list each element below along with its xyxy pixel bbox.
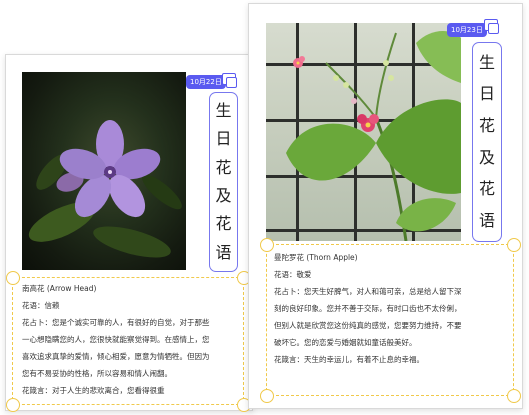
flower-name: 南高花 (Arrow Head) [22, 284, 97, 293]
pink-flower [357, 114, 379, 132]
flower-language: 花语：信赖 [22, 301, 60, 310]
date-badge: 10月23日 [447, 23, 487, 37]
title-char: 花 [478, 116, 495, 136]
fortune-text: 但别人就是欣赏您这份纯真的感觉，您要努力维持，不要 [274, 321, 462, 330]
vertical-title: 生 日 花 及 花 语 [209, 92, 238, 272]
corner-decoration [507, 238, 521, 252]
fortune-text: 喜欢追求真挚的爱情，倾心相爱，愿意为情牺牲。但因为 [22, 352, 210, 361]
flower-name: 曼陀罗花 (Thorn Apple) [274, 253, 358, 262]
flower-language: 花语：敬爱 [274, 270, 312, 279]
title-char: 日 [478, 84, 495, 104]
corner-decoration [507, 389, 521, 403]
title-char: 及 [215, 186, 232, 206]
title-char: 生 [478, 52, 495, 72]
flower-motto: 花箴言：天生的幸运儿，有着不止息的幸福。 [274, 355, 424, 364]
flower-card-left: 10月22日 生 日 花 及 花 语 南高花 (Arrow Head) 花语：信… [5, 54, 253, 412]
corner-decoration [260, 389, 274, 403]
date-badge: 10月22日 [186, 75, 226, 89]
title-char: 花 [215, 157, 232, 177]
corner-decoration [6, 271, 20, 285]
flower-description: 曼陀罗花 (Thorn Apple) 花语：敬爱 花占卜：您天生好脾气，对人和蔼… [266, 244, 514, 396]
fortune-text: 刻的良好印象。您并不善于交际，有时口齿也不太伶俐， [274, 304, 462, 313]
fortune-text: 您有不易妥协的性格，所以容易和情人闹翻。 [22, 369, 172, 378]
flower-motto: 花箴言：对于人生的悲欢离合，您看得很重 [22, 386, 165, 395]
flower-description: 南高花 (Arrow Head) 花语：信赖 花占卜：您是个诚实可靠的人，有很好… [12, 277, 244, 405]
corner-decoration [6, 398, 20, 412]
flower-card-right: 10月23日 生 日 花 及 花 语 曼陀罗花 (Thorn Apple) 花语… [248, 3, 523, 409]
fortune-text: 花占卜：您天生好脾气，对人和蔼可亲，总是给人留下深 [274, 287, 462, 296]
title-char: 花 [215, 214, 232, 234]
calendar-copy-icon [222, 73, 237, 88]
title-char: 语 [215, 242, 232, 262]
thorn-apple-illustration [286, 31, 461, 241]
fortune-text: 花占卜：您是个诚实可靠的人，有很好的自觉，对于那些 [22, 318, 210, 327]
title-char: 生 [215, 101, 232, 121]
flower-photo-thorn-apple [266, 23, 461, 241]
periwinkle-illustration [28, 120, 182, 258]
title-char: 日 [215, 129, 232, 149]
vertical-title: 生 日 花 及 花 语 [472, 42, 502, 242]
calendar-copy-icon [484, 19, 499, 34]
fortune-text: 破坏它。您的恋爱与婚姻就如童话般美好。 [274, 338, 417, 347]
title-char: 及 [478, 147, 495, 167]
title-char: 花 [478, 179, 495, 199]
flower-photo-periwinkle [22, 72, 186, 270]
title-char: 语 [478, 211, 495, 231]
corner-decoration [260, 238, 274, 252]
fortune-text: 一心想隐瞒您的人，您很快就能察觉得到。在感情上，您 [22, 335, 210, 344]
